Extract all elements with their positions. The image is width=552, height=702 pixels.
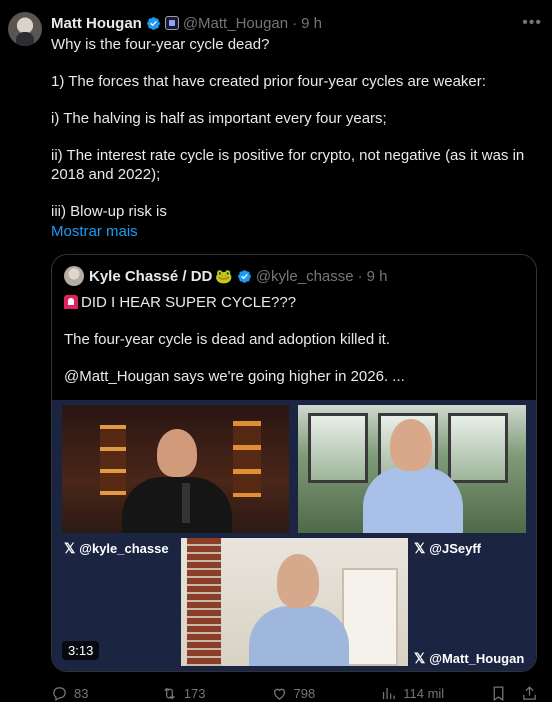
reply-count: 83 xyxy=(74,685,89,701)
separator-dot: · xyxy=(357,267,363,285)
reply-icon xyxy=(53,686,66,701)
brick-wall-decor xyxy=(187,538,221,666)
action-bar: 83 173 798 114 mil xyxy=(51,682,538,702)
bookmark-icon[interactable] xyxy=(490,685,507,702)
x-logo-icon: 𝕏 xyxy=(414,650,426,666)
tweet-paragraph: i) The halving is half as important ever… xyxy=(51,110,387,127)
video-label: 𝕏 @Matt_Hougan xyxy=(414,650,525,666)
author-handle[interactable]: @Matt_Hougan xyxy=(183,15,288,32)
share-icon[interactable] xyxy=(521,685,538,702)
microphone-icon xyxy=(182,483,190,523)
author-avatar[interactable] xyxy=(8,12,42,46)
lit-shelf-decor xyxy=(233,421,261,497)
siren-emoji-icon xyxy=(64,295,78,309)
participant-figure xyxy=(249,606,349,666)
participant-head xyxy=(390,419,432,471)
video-label: 𝕏 @kyle_chasse xyxy=(64,540,169,556)
participant-head xyxy=(157,429,197,477)
verified-badge-icon xyxy=(237,269,251,283)
video-participant-tile xyxy=(298,405,526,533)
heart-icon xyxy=(273,688,285,700)
x-logo-icon: 𝕏 xyxy=(64,540,76,556)
tweet-text: Why is the four-year cycle dead? 1) The … xyxy=(51,35,541,221)
like-count: 798 xyxy=(293,685,316,701)
window-decor xyxy=(448,413,508,483)
right-actions xyxy=(490,685,538,702)
tweet-header: Matt Hougan @Matt_Hougan · 9 h ••• xyxy=(51,13,542,33)
quote-author-avatar[interactable] xyxy=(64,266,84,286)
video-participant-tile xyxy=(62,405,289,533)
view-count: 114 mil xyxy=(403,685,445,701)
participant-head xyxy=(277,554,319,608)
repost-icon xyxy=(163,687,175,699)
video-duration-badge: 3:13 xyxy=(62,641,100,660)
video-participant-tile xyxy=(181,538,408,666)
views-button[interactable]: 114 mil xyxy=(380,685,490,702)
video-player[interactable]: 𝕏 @kyle_chasse 𝕏 @JSeyff 𝕏 @Matt_Hougan 3:1… xyxy=(52,400,536,671)
x-logo-icon: 𝕏 xyxy=(414,540,426,556)
tweet-paragraph: ii) The interest rate cycle is positive … xyxy=(51,147,525,183)
lit-shelf-decor xyxy=(100,425,126,495)
verified-badge-icon xyxy=(146,16,160,30)
window-decor xyxy=(308,413,368,483)
quote-author-name[interactable]: Kyle Chassé / DD xyxy=(89,268,212,285)
video-label: 𝕏 @JSeyff xyxy=(414,540,481,556)
show-more-link[interactable]: Mostrar mais xyxy=(51,223,138,240)
repost-button[interactable]: 173 xyxy=(161,685,271,702)
separator-dot: · xyxy=(292,14,298,32)
author-name[interactable]: Matt Hougan xyxy=(51,15,142,32)
quote-text: DID I HEAR SUPER CYCLE??? The four-year … xyxy=(64,293,524,404)
participant-figure xyxy=(122,477,232,533)
frog-emoji-icon: 🐸 xyxy=(215,267,233,284)
door-decor xyxy=(342,568,398,666)
quote-paragraph: The four-year cycle is dead and adoption… xyxy=(64,331,391,348)
quote-paragraph: DID I HEAR SUPER CYCLE??? xyxy=(64,293,524,312)
quoted-tweet[interactable]: Kyle Chassé / DD 🐸 @kyle_chasse · 9 h DI… xyxy=(51,254,537,672)
tweet-timestamp[interactable]: 9 h xyxy=(301,15,322,32)
quote-timestamp[interactable]: 9 h xyxy=(367,268,388,285)
analytics-icon xyxy=(383,687,396,699)
tweet-paragraph: iii) Blow-up risk is xyxy=(51,203,167,220)
affiliate-badge-icon[interactable] xyxy=(164,16,179,30)
like-button[interactable]: 798 xyxy=(271,685,381,702)
quote-header: Kyle Chassé / DD 🐸 @kyle_chasse · 9 h xyxy=(64,266,524,286)
participant-figure xyxy=(363,467,463,533)
repost-count: 173 xyxy=(183,685,206,701)
tweet-paragraph: 1) The forces that have created prior fo… xyxy=(51,73,486,90)
more-options-icon[interactable]: ••• xyxy=(522,14,542,32)
tweet-paragraph: Why is the four-year cycle dead? xyxy=(51,36,270,53)
quote-author-handle[interactable]: @kyle_chasse xyxy=(256,268,354,285)
reply-button[interactable]: 83 xyxy=(51,685,161,702)
quote-paragraph: @Matt_Hougan says we're going higher in … xyxy=(64,368,405,385)
